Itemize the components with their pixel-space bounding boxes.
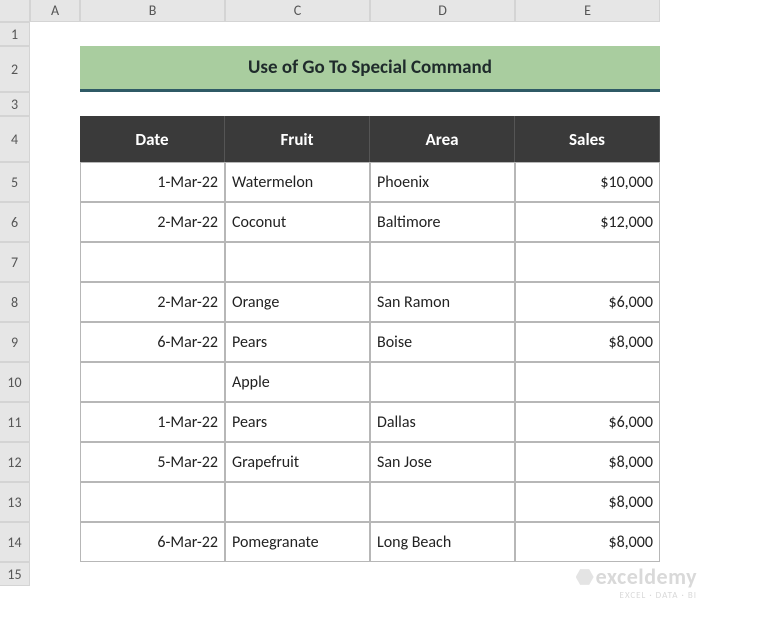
- table-cell[interactable]: $8,000: [515, 522, 660, 562]
- table-cell[interactable]: Coconut: [225, 202, 370, 242]
- cell-d15[interactable]: [370, 562, 515, 586]
- cell-b3[interactable]: [80, 92, 225, 116]
- cell-d1[interactable]: [370, 22, 515, 46]
- cell-c1[interactable]: [225, 22, 370, 46]
- cell-a8[interactable]: [30, 282, 80, 322]
- table-header-area[interactable]: Area: [370, 116, 515, 162]
- table-cell[interactable]: [515, 362, 660, 402]
- table-cell[interactable]: Phoenix: [370, 162, 515, 202]
- table-cell[interactable]: 6-Mar-22: [80, 322, 225, 362]
- table-cell[interactable]: Orange: [225, 282, 370, 322]
- table-cell[interactable]: 5-Mar-22: [80, 442, 225, 482]
- cell-a2[interactable]: [30, 46, 80, 92]
- row-head-6[interactable]: 6: [0, 202, 30, 242]
- row-head-2[interactable]: 2: [0, 46, 30, 92]
- table-cell[interactable]: Baltimore: [370, 202, 515, 242]
- cell-a11[interactable]: [30, 402, 80, 442]
- row-head-9[interactable]: 9: [0, 322, 30, 362]
- watermark-sub: EXCEL · DATA · BI: [576, 590, 697, 601]
- cell-a5[interactable]: [30, 162, 80, 202]
- table-cell[interactable]: 2-Mar-22: [80, 202, 225, 242]
- cell-a1[interactable]: [30, 22, 80, 46]
- table-cell[interactable]: Watermelon: [225, 162, 370, 202]
- table-cell[interactable]: 2-Mar-22: [80, 282, 225, 322]
- table-header-fruit[interactable]: Fruit: [225, 116, 370, 162]
- row-head-10[interactable]: 10: [0, 362, 30, 402]
- table-cell[interactable]: San Jose: [370, 442, 515, 482]
- col-head-b[interactable]: B: [80, 0, 225, 22]
- table-cell[interactable]: $6,000: [515, 282, 660, 322]
- table-cell[interactable]: Apple: [225, 362, 370, 402]
- row-head-1[interactable]: 1: [0, 22, 30, 46]
- table-cell[interactable]: [370, 362, 515, 402]
- table-cell[interactable]: $8,000: [515, 322, 660, 362]
- row-head-8[interactable]: 8: [0, 282, 30, 322]
- cell-b1[interactable]: [80, 22, 225, 46]
- col-head-a[interactable]: A: [30, 0, 80, 22]
- cell-c3[interactable]: [225, 92, 370, 116]
- page-title: Use of Go To Special Command: [80, 46, 660, 92]
- table-cell[interactable]: Long Beach: [370, 522, 515, 562]
- cell-a3[interactable]: [30, 92, 80, 116]
- table-header-sales[interactable]: Sales: [515, 116, 660, 162]
- cell-e1[interactable]: [515, 22, 660, 46]
- table-cell[interactable]: Pears: [225, 402, 370, 442]
- table-cell[interactable]: [80, 482, 225, 522]
- table-cell[interactable]: [515, 242, 660, 282]
- table-cell[interactable]: [225, 242, 370, 282]
- table-cell[interactable]: [80, 242, 225, 282]
- table-cell[interactable]: $8,000: [515, 442, 660, 482]
- row-head-5[interactable]: 5: [0, 162, 30, 202]
- table-cell[interactable]: Boise: [370, 322, 515, 362]
- cell-c15[interactable]: [225, 562, 370, 586]
- table-header-date[interactable]: Date: [80, 116, 225, 162]
- cell-b15[interactable]: [80, 562, 225, 586]
- col-head-e[interactable]: E: [515, 0, 660, 22]
- table-cell[interactable]: 6-Mar-22: [80, 522, 225, 562]
- cell-a7[interactable]: [30, 242, 80, 282]
- cell-a4[interactable]: [30, 116, 80, 162]
- cell-a10[interactable]: [30, 362, 80, 402]
- cell-e3[interactable]: [515, 92, 660, 116]
- table-cell[interactable]: $10,000: [515, 162, 660, 202]
- cell-a9[interactable]: [30, 322, 80, 362]
- cell-a15[interactable]: [30, 562, 80, 586]
- table-cell[interactable]: Pomegranate: [225, 522, 370, 562]
- table-cell[interactable]: [225, 482, 370, 522]
- row-head-14[interactable]: 14: [0, 522, 30, 562]
- title-banner[interactable]: Use of Go To Special Command: [80, 46, 660, 92]
- row-head-12[interactable]: 12: [0, 442, 30, 482]
- cell-a13[interactable]: [30, 482, 80, 522]
- table-cell[interactable]: [370, 482, 515, 522]
- cell-d3[interactable]: [370, 92, 515, 116]
- cell-a6[interactable]: [30, 202, 80, 242]
- row-head-4[interactable]: 4: [0, 116, 30, 162]
- select-all-corner[interactable]: [0, 0, 30, 22]
- row-head-7[interactable]: 7: [0, 242, 30, 282]
- table-cell[interactable]: Grapefruit: [225, 442, 370, 482]
- cell-a12[interactable]: [30, 442, 80, 482]
- row-head-11[interactable]: 11: [0, 402, 30, 442]
- col-head-d[interactable]: D: [370, 0, 515, 22]
- table-cell[interactable]: Dallas: [370, 402, 515, 442]
- row-head-15[interactable]: 15: [0, 562, 30, 586]
- table-cell[interactable]: 1-Mar-22: [80, 402, 225, 442]
- table-cell[interactable]: [80, 362, 225, 402]
- col-head-c[interactable]: C: [225, 0, 370, 22]
- table-cell[interactable]: $6,000: [515, 402, 660, 442]
- spreadsheet-grid: A B C D E 1 2 Use of Go To Special Comma…: [0, 0, 767, 586]
- row-head-3[interactable]: 3: [0, 92, 30, 116]
- table-cell[interactable]: $8,000: [515, 482, 660, 522]
- table-cell[interactable]: Pears: [225, 322, 370, 362]
- table-cell[interactable]: [370, 242, 515, 282]
- row-head-13[interactable]: 13: [0, 482, 30, 522]
- cell-e15[interactable]: [515, 562, 660, 586]
- table-cell[interactable]: $12,000: [515, 202, 660, 242]
- cell-a14[interactable]: [30, 522, 80, 562]
- table-cell[interactable]: 1-Mar-22: [80, 162, 225, 202]
- table-cell[interactable]: San Ramon: [370, 282, 515, 322]
